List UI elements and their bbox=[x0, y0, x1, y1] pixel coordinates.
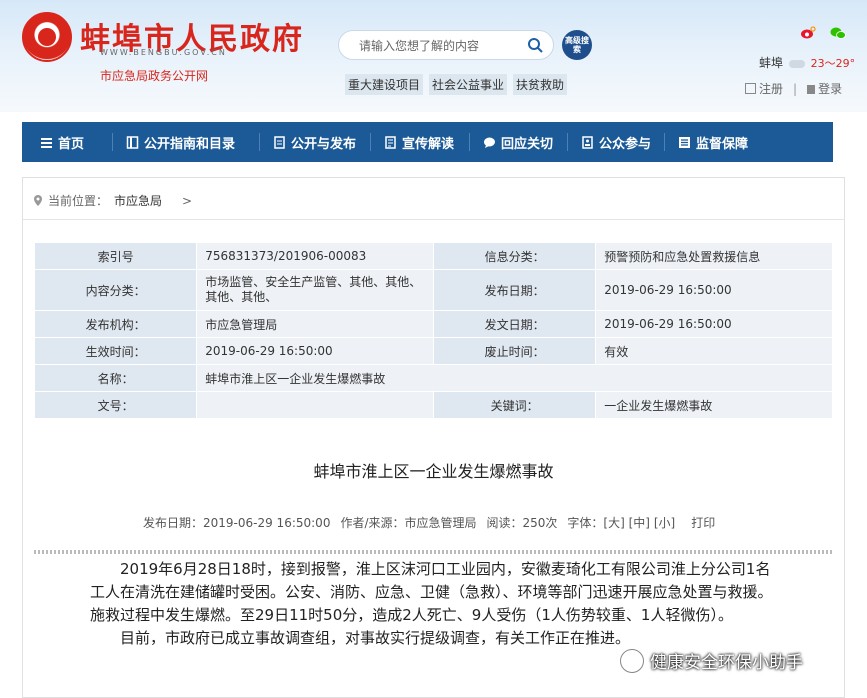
font-small-button[interactable]: [小] bbox=[654, 516, 675, 530]
nav-item-interpret[interactable]: 宣传解读 bbox=[371, 122, 469, 162]
people-icon bbox=[581, 135, 594, 149]
weather-temp: 23～29° bbox=[810, 57, 856, 70]
nav-item-response[interactable]: 回应关切 bbox=[470, 122, 567, 162]
wechat-icon[interactable] bbox=[830, 26, 846, 40]
site-url: WWW.BENGBU.GOV.CN bbox=[100, 48, 227, 57]
table-label: 文号： bbox=[33, 391, 198, 419]
watermark-text: 健康安全环保小助手 bbox=[650, 653, 803, 673]
edit-icon bbox=[745, 83, 756, 94]
weibo-icon[interactable] bbox=[800, 26, 816, 40]
watermark: 健康安全环保小助手 bbox=[620, 648, 803, 673]
social-links bbox=[800, 26, 846, 40]
doc-icon bbox=[273, 135, 286, 149]
weather-widget: 蚌埠 23～29° bbox=[759, 54, 855, 71]
search-box bbox=[338, 30, 554, 60]
table-row: 生效时间： 2019-06-29 16:50:00 废止时间： 有效 bbox=[33, 337, 833, 365]
table-label: 关键词： bbox=[432, 391, 597, 419]
info-table: 索引号 756831373/201906-00083 信息分类： 预警预防和应急… bbox=[33, 242, 833, 419]
print-button[interactable]: 打印 bbox=[691, 514, 715, 531]
table-label: 名称： bbox=[33, 364, 198, 392]
wechat-account-icon bbox=[620, 648, 644, 673]
chat-icon bbox=[483, 136, 496, 149]
register-link[interactable]: 注册 bbox=[745, 80, 783, 97]
nav-item-guide[interactable]: 公开指南和目录 bbox=[113, 122, 259, 162]
table-row: 发布机构： 市应急管理局 发文日期： 2019-06-29 16:50:00 bbox=[33, 310, 833, 338]
table-value: 蚌埠市淮上区一企业发生爆燃事故 bbox=[196, 364, 833, 392]
table-label: 索引号 bbox=[33, 242, 198, 270]
cloud-icon bbox=[788, 59, 805, 68]
breadcrumb: 当前位置： 市应急局 > bbox=[34, 192, 192, 209]
article-paragraph: 目前，市政府已成立事故调查组，对事故实行提级调查，有关工作正在推进。 bbox=[120, 629, 631, 647]
font-large-button[interactable]: [大] bbox=[603, 516, 624, 530]
nav-item-home[interactable]: 首页 bbox=[22, 122, 112, 162]
hotword-link[interactable]: 社会公益事业 bbox=[429, 74, 508, 95]
breadcrumb-current[interactable]: 市应急局 bbox=[114, 192, 162, 209]
meta-views: 阅读：250次 bbox=[486, 516, 558, 530]
list-icon bbox=[678, 136, 691, 149]
table-label: 发布日期： bbox=[432, 269, 597, 311]
table-value: 756831373/201906-00083 bbox=[196, 242, 434, 270]
city-emblem-logo[interactable] bbox=[22, 12, 72, 62]
main-nav: 首页 公开指南和目录 公开与发布 宣传解读 回应关切 公众参与 监督保障 bbox=[22, 122, 833, 162]
table-row: 文号： 关键词： 一企业发生爆燃事故 bbox=[33, 391, 833, 419]
meta-author: 作者/来源：市应急管理局 bbox=[340, 516, 477, 530]
breadcrumb-arrow: > bbox=[182, 193, 193, 208]
article-body: 2019年6月28日18时，接到报警，淮上区沫河口工业园内，安徽麦琦化工有限公司… bbox=[90, 558, 780, 650]
table-label: 发文日期： bbox=[432, 310, 597, 338]
nav-item-supervision[interactable]: 监督保障 bbox=[665, 122, 765, 162]
table-value: 一企业发生爆燃事故 bbox=[595, 391, 833, 419]
table-label: 废止时间： bbox=[432, 337, 597, 365]
table-value: 预警预防和应急处置救援信息 bbox=[595, 242, 833, 270]
breadcrumb-divider bbox=[22, 219, 845, 220]
login-link[interactable]: 登录 bbox=[807, 80, 842, 97]
nav-item-publish[interactable]: 公开与发布 bbox=[260, 122, 370, 162]
account-links: 注册 | 登录 bbox=[745, 80, 842, 97]
table-label: 内容分类： bbox=[33, 269, 198, 311]
article-title: 蚌埠市淮上区一企业发生爆燃事故 bbox=[313, 462, 554, 481]
file-icon bbox=[384, 135, 397, 149]
table-value: 市应急管理局 bbox=[196, 310, 434, 338]
article-meta: 发布日期：2019-06-29 16:50:00 作者/来源：市应急管理局 阅读… bbox=[143, 514, 715, 531]
book-icon bbox=[126, 135, 139, 149]
hotword-link[interactable]: 扶贫救助 bbox=[513, 74, 568, 95]
dotted-divider bbox=[34, 550, 833, 554]
account-separator: | bbox=[793, 81, 798, 96]
lock-icon bbox=[807, 85, 816, 94]
nav-item-participation[interactable]: 公众参与 bbox=[568, 122, 664, 162]
article-paragraph: 2019年6月28日18时，接到报警，淮上区沫河口工业园内，安徽麦琦化工有限公司… bbox=[90, 560, 773, 624]
search-input[interactable] bbox=[357, 37, 521, 55]
weather-city: 蚌埠 bbox=[759, 56, 784, 70]
font-medium-button[interactable]: [中] bbox=[629, 516, 650, 530]
font-size-label: 字体： bbox=[567, 516, 604, 530]
table-value: 2019-06-29 16:50:00 bbox=[595, 310, 833, 338]
table-row: 索引号 756831373/201906-00083 信息分类： 预警预防和应急… bbox=[33, 242, 833, 270]
table-row: 内容分类： 市场监管、安全生产监管、其他、其他、其他、其他、 发布日期： 201… bbox=[33, 269, 833, 311]
table-value: 有效 bbox=[595, 337, 833, 365]
table-label: 生效时间： bbox=[33, 337, 198, 365]
table-value bbox=[196, 391, 434, 419]
site-header: 蚌埠市人民政府 WWW.BENGBU.GOV.CN 市应急局政务公开网 高级搜索… bbox=[0, 0, 867, 112]
location-pin-icon bbox=[34, 195, 42, 206]
table-row: 名称： 蚌埠市淮上区一企业发生爆燃事故 bbox=[33, 364, 833, 392]
breadcrumb-prefix: 当前位置： bbox=[48, 194, 109, 208]
search-icon[interactable] bbox=[527, 37, 543, 53]
table-value: 2019-06-29 16:50:00 bbox=[595, 269, 833, 311]
meta-date: 发布日期：2019-06-29 16:50:00 bbox=[143, 516, 331, 530]
hotword-link[interactable]: 重大建设项目 bbox=[345, 74, 424, 95]
table-value: 市场监管、安全生产监管、其他、其他、其他、其他、 bbox=[196, 269, 434, 311]
table-label: 信息分类： bbox=[432, 242, 597, 270]
site-subtitle[interactable]: 市应急局政务公开网 bbox=[100, 67, 208, 84]
hotword-list: 重大建设项目 社会公益事业 扶贫救助 bbox=[345, 74, 568, 95]
font-size-control: 字体：[大] [中] [小] bbox=[567, 514, 675, 531]
home-icon bbox=[40, 136, 53, 149]
advanced-search-button[interactable]: 高级搜索 bbox=[562, 30, 592, 60]
table-value: 2019-06-29 16:50:00 bbox=[196, 337, 434, 365]
table-label: 发布机构： bbox=[33, 310, 198, 338]
